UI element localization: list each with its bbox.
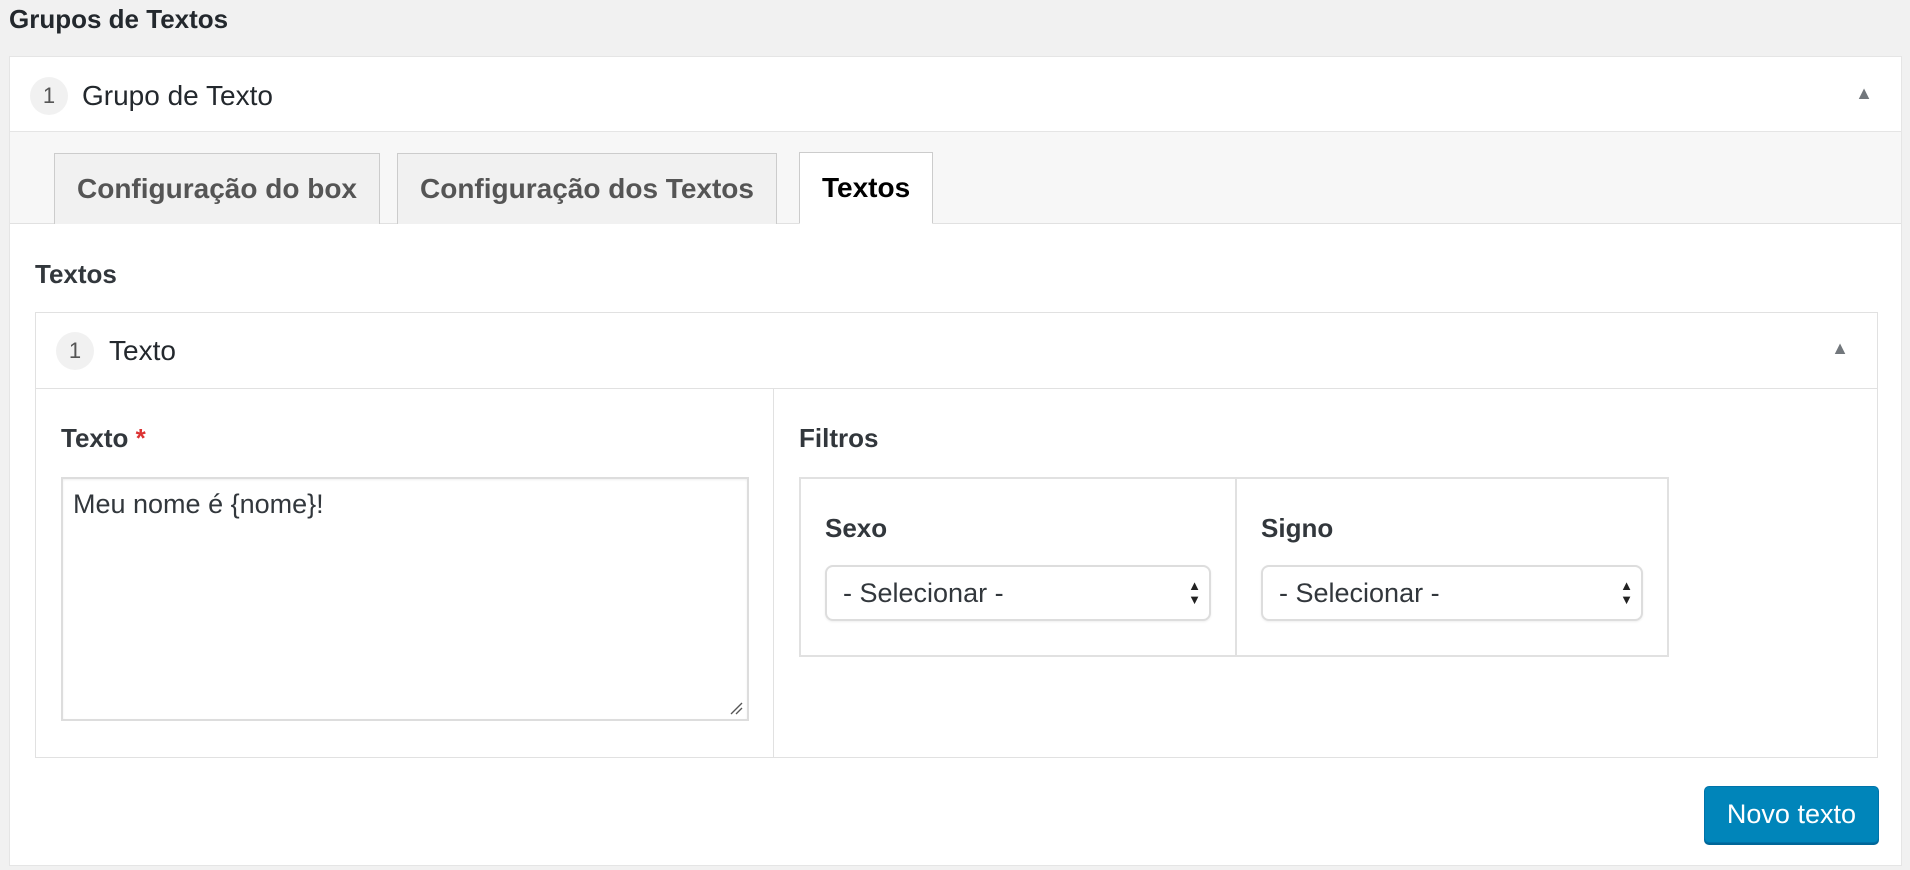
collapse-arrow-icon[interactable]: ▲ [1831, 338, 1849, 359]
tab-textos[interactable]: Textos [799, 152, 934, 224]
text-item-row: 1 Texto ▲ Texto * Meu nome é {nome}! Fil… [35, 312, 1878, 758]
text-group-handle[interactable]: 1 Grupo de Texto ▲ [10, 57, 1901, 132]
text-group-title: Grupo de Texto [82, 80, 273, 111]
sexo-filter: Sexo - Selecionar - ▲ ▼ [801, 479, 1237, 655]
sexo-select-value: - Selecionar - [843, 577, 1004, 608]
textos-section-label: Textos [35, 259, 117, 289]
signo-select[interactable]: - Selecionar - ▲ ▼ [1261, 565, 1643, 621]
text-item-fields: Texto * Meu nome é {nome}! Filtros Sexo [36, 389, 1877, 757]
novo-texto-button[interactable]: Novo texto [1703, 786, 1879, 843]
filtros-field: Filtros Sexo - Selecionar - ▲ ▼ Signo - … [774, 389, 1877, 757]
tab-configuracao-dos-textos[interactable]: Configuração dos Textos [397, 153, 777, 224]
resize-grip-icon[interactable] [729, 701, 743, 715]
page-title: Grupos de Textos [9, 4, 229, 34]
signo-select-value: - Selecionar - [1279, 577, 1440, 608]
signo-filter: Signo - Selecionar - ▲ ▼ [1237, 479, 1667, 655]
select-arrows-icon: ▲ ▼ [1188, 578, 1201, 607]
tab-configuracao-do-box[interactable]: Configuração do box [54, 153, 380, 224]
texto-field-label: Texto * [61, 423, 146, 454]
select-arrows-icon: ▲ ▼ [1620, 578, 1633, 607]
text-item-handle[interactable]: 1 Texto ▲ [36, 313, 1877, 389]
filtros-box: Sexo - Selecionar - ▲ ▼ Signo - Seleciona… [799, 477, 1669, 657]
row-number-badge: 1 [56, 332, 94, 370]
row-number-badge: 1 [30, 77, 68, 115]
sexo-select[interactable]: - Selecionar - ▲ ▼ [825, 565, 1211, 621]
texto-field: Texto * Meu nome é {nome}! [36, 389, 774, 757]
tab-bar: Configuração do box Configuração dos Tex… [10, 132, 1901, 224]
text-item-title: Texto [109, 335, 176, 366]
text-group-row: 1 Grupo de Texto ▲ Configuração do box C… [9, 56, 1902, 866]
texto-textarea-value: Meu nome é {nome}! [73, 489, 324, 519]
texto-textarea[interactable]: Meu nome é {nome}! [61, 477, 749, 721]
sexo-label: Sexo [825, 513, 888, 543]
required-asterisk: * [135, 423, 146, 453]
signo-label: Signo [1261, 513, 1334, 543]
texto-label-text: Texto [61, 423, 129, 453]
collapse-arrow-icon[interactable]: ▲ [1855, 83, 1873, 104]
filtros-field-label: Filtros [799, 423, 879, 453]
